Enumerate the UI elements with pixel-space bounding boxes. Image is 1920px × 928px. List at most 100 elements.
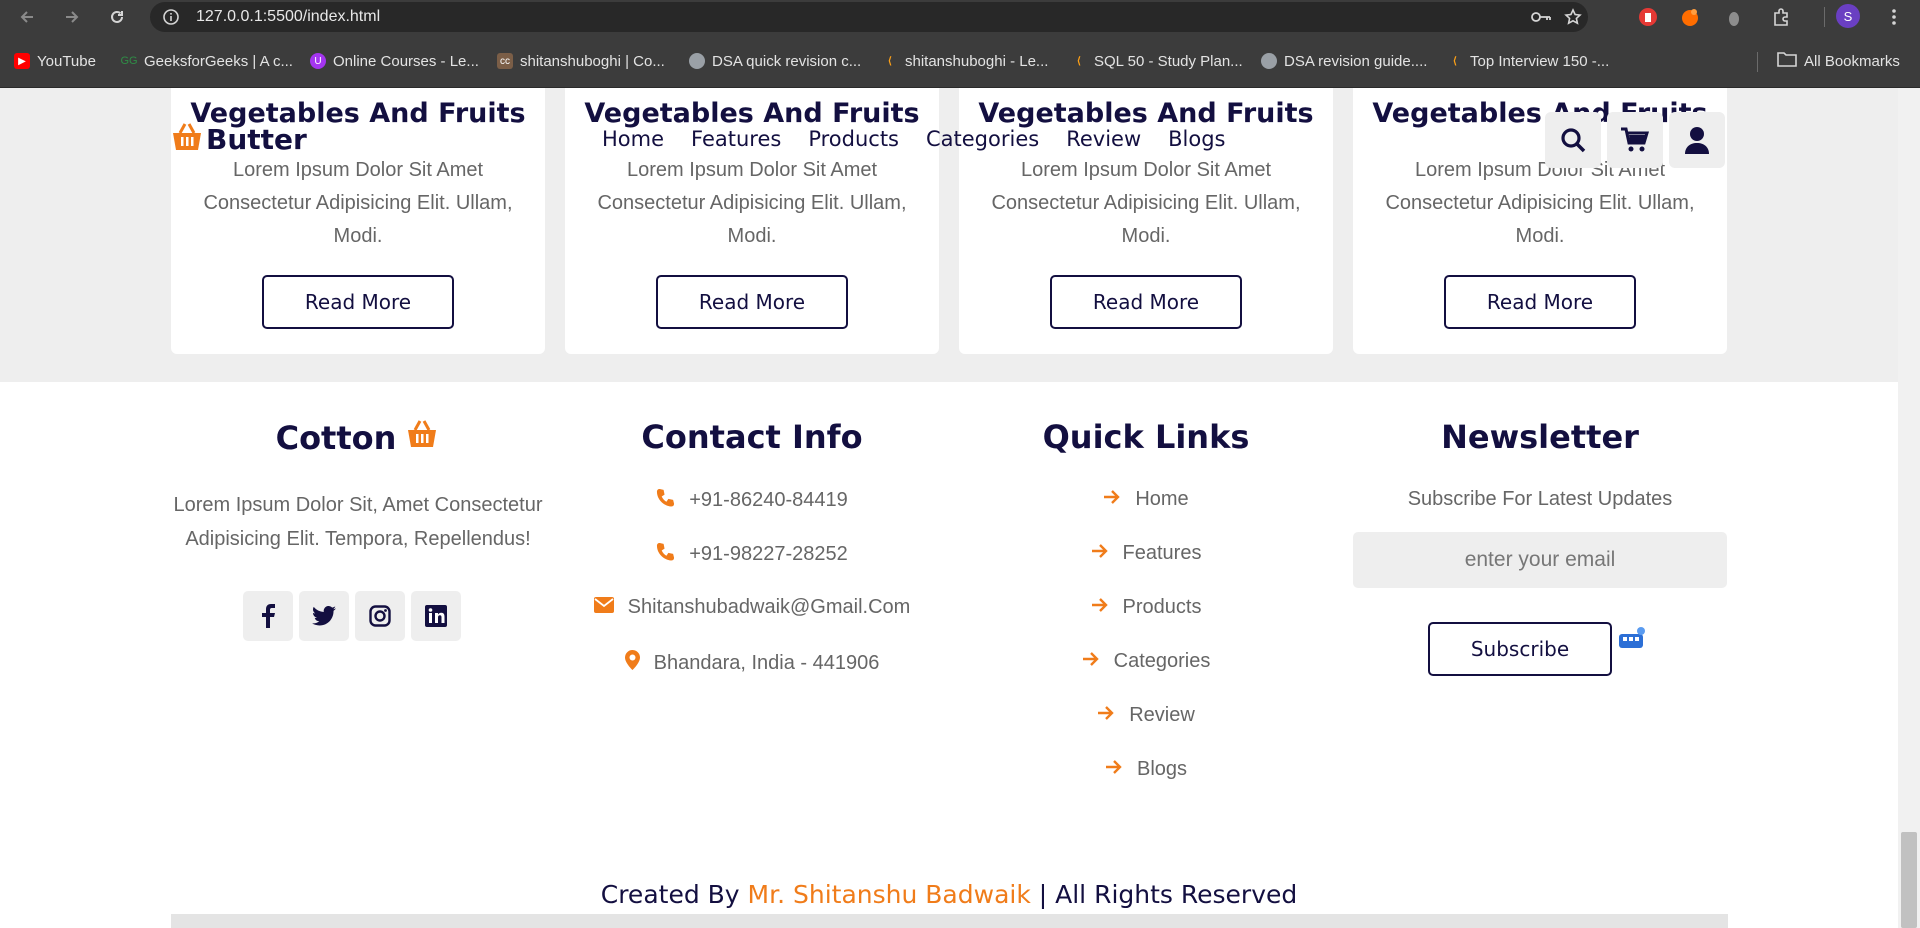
browser-toolbar: 127.0.0.1:5500/index.html S (0, 0, 1920, 34)
leetcode-icon: ⟨ (1077, 55, 1081, 67)
basket-icon (170, 121, 204, 157)
extension-gray-icon[interactable] (1722, 5, 1746, 29)
newsletter-email-input[interactable] (1353, 532, 1727, 588)
footer-link-products[interactable]: Products (949, 596, 1343, 619)
arrow-right-icon (1091, 596, 1109, 619)
bookmark-sql50[interactable]: ⟨ SQL 50 - Study Plan... (1071, 50, 1243, 72)
subscribe-button[interactable]: Subscribe (1428, 622, 1612, 676)
footer-link-home[interactable]: Home (949, 488, 1343, 511)
bookmark-star-icon[interactable] (1564, 8, 1582, 30)
extension-orange-icon[interactable] (1678, 5, 1702, 29)
footer-link-review[interactable]: Review (949, 704, 1343, 727)
logo-text: Butter (206, 122, 307, 156)
nav-home[interactable]: Home (602, 127, 664, 151)
phone-icon (656, 488, 675, 513)
back-icon[interactable] (16, 6, 38, 28)
password-key-icon[interactable] (1530, 8, 1552, 30)
author-link[interactable]: Mr. Shitanshu Badwaik (748, 880, 1031, 909)
extension-red-icon[interactable] (1636, 5, 1660, 29)
footer-brand-description: Lorem Ipsum Dolor Sit, Amet Consectetur … (173, 494, 543, 550)
arrow-right-icon (1103, 488, 1121, 511)
card-text: Lorem Ipsum Dolor Sit Amet Consectetur A… (203, 159, 513, 247)
facebook-link[interactable] (243, 591, 293, 641)
footer: Cotton Lorem Ipsum Dolor Sit, Amet Conse… (0, 382, 1898, 928)
search-button[interactable] (1545, 112, 1601, 168)
twitter-link[interactable] (299, 591, 349, 641)
footer-newsletter-title: Newsletter (1441, 418, 1639, 456)
globe-icon (689, 53, 705, 69)
read-more-button[interactable]: Read More (656, 275, 848, 329)
bookmark-top-interview[interactable]: ⟨ Top Interview 150 -... (1447, 50, 1609, 72)
user-button[interactable] (1669, 112, 1725, 168)
extension-helper-icon[interactable] (1617, 626, 1647, 656)
nav-categories[interactable]: Categories (926, 127, 1039, 151)
footer-brand-title: Cotton (161, 418, 555, 458)
bookmark-dsa-revision[interactable]: DSA revision guide.... (1261, 50, 1427, 72)
instagram-link[interactable] (355, 591, 405, 641)
footer-contact-title: Contact Info (641, 418, 863, 456)
nav-features[interactable]: Features (691, 127, 781, 151)
toolbar-separator (1812, 5, 1836, 29)
footer-link-features[interactable]: Features (949, 542, 1343, 565)
nav-review[interactable]: Review (1066, 127, 1141, 151)
envelope-icon (593, 596, 614, 619)
folder-icon (1777, 51, 1797, 71)
cart-icon (1621, 127, 1650, 152)
card-text: Lorem Ipsum Dolor Sit Amet Consectetur A… (1385, 159, 1695, 247)
card-text: Lorem Ipsum Dolor Sit Amet Consectetur A… (597, 159, 907, 247)
newsletter-subtitle: Subscribe For Latest Updates (1407, 488, 1673, 510)
nav-blogs[interactable]: Blogs (1168, 127, 1225, 151)
contact-address: Bhandara, India - 441906 (555, 650, 949, 676)
basket-icon (404, 418, 440, 458)
read-more-button[interactable]: Read More (1444, 275, 1636, 329)
instagram-icon (369, 605, 391, 627)
site-logo[interactable]: Butter (170, 121, 307, 157)
menu-kebab-icon[interactable] (1882, 5, 1906, 29)
leetcode-icon: ⟨ (888, 55, 892, 67)
arrow-right-icon (1097, 704, 1115, 727)
profile-avatar[interactable]: S (1836, 4, 1860, 28)
forward-icon[interactable] (61, 6, 83, 28)
scrollbar-thumb[interactable] (1901, 832, 1917, 928)
bookmark-geeksforgeeks[interactable]: GG GeeksforGeeks | A c... (120, 50, 293, 72)
bookmark-codechef[interactable]: cc shitanshuboghi | Co... (497, 50, 665, 72)
extensions-puzzle-icon[interactable] (1770, 5, 1794, 29)
twitter-icon (312, 606, 336, 626)
user-icon (1685, 127, 1709, 154)
address-bar[interactable]: 127.0.0.1:5500/index.html (150, 2, 1588, 32)
contact-phone-2[interactable]: +91-98227-28252 (555, 542, 949, 567)
youtube-icon: ▶ (14, 53, 30, 69)
codechef-icon: cc (497, 53, 513, 69)
contact-email[interactable]: Shitanshubadwaik@Gmail.Com (555, 596, 949, 619)
bookmark-youtube[interactable]: ▶ YouTube (14, 50, 96, 72)
page-scrollbar[interactable] (1898, 88, 1920, 928)
site-info-icon[interactable] (162, 8, 180, 30)
footer-link-categories[interactable]: Categories (949, 650, 1343, 673)
read-more-button[interactable]: Read More (1050, 275, 1242, 329)
bookmarks-separator (1757, 52, 1758, 72)
footer-link-blogs[interactable]: Blogs (949, 758, 1343, 781)
reload-icon[interactable] (106, 6, 128, 28)
linkedin-icon (425, 605, 447, 627)
globe-icon (1261, 53, 1277, 69)
bookmark-leetcode-profile[interactable]: ⟨ shitanshuboghi - Le... (882, 50, 1048, 72)
linkedin-link[interactable] (411, 591, 461, 641)
all-bookmarks[interactable]: All Bookmarks (1777, 50, 1900, 72)
bookmark-udemy[interactable]: U Online Courses - Le... (310, 50, 479, 72)
arrow-right-icon (1091, 542, 1109, 565)
card-title: Vegetables And Fruits (978, 98, 1314, 129)
card-title: Vegetables And Fruits (584, 98, 920, 129)
bookmarks-bar: ▶ YouTube GG GeeksforGeeks | A c... U On… (0, 34, 1920, 88)
bookmark-dsa-quick[interactable]: DSA quick revision c... (689, 50, 861, 72)
url-text[interactable]: 127.0.0.1:5500/index.html (196, 8, 380, 26)
social-links (243, 591, 461, 641)
footer-quick-links-title: Quick Links (1042, 418, 1250, 456)
nav-products[interactable]: Products (808, 127, 899, 151)
read-more-button[interactable]: Read More (262, 275, 454, 329)
main-navigation: Home Features Products Categories Review… (602, 127, 1253, 151)
cart-button[interactable] (1607, 112, 1663, 168)
page-viewport: Vegetables And Fruits Lorem Ipsum Dolor … (0, 88, 1898, 928)
contact-phone-1[interactable]: +91-86240-84419 (555, 488, 949, 513)
arrow-right-icon (1082, 650, 1100, 673)
geeksforgeeks-icon: GG (120, 55, 138, 67)
